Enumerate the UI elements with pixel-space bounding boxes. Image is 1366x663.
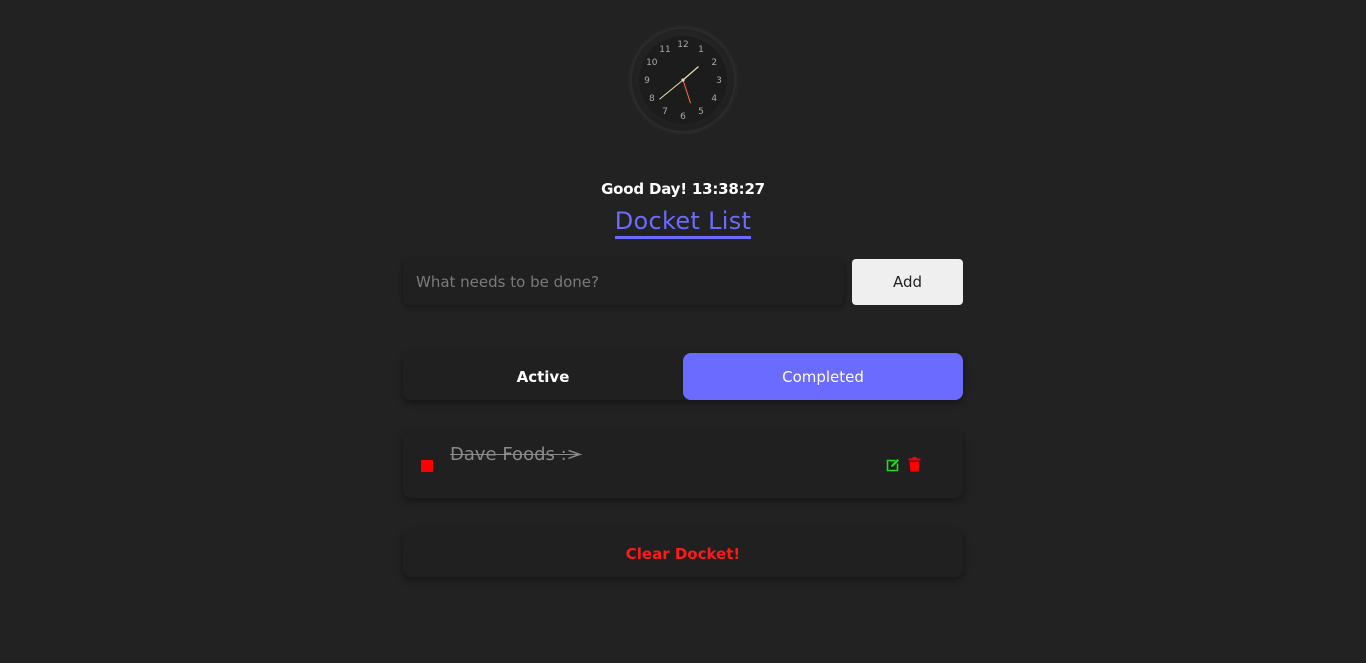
clock-numeral: 5 <box>698 107 704 117</box>
clock-face: 12 12 3 45 6 78 9 1011 <box>628 25 738 135</box>
todo-item: Dave Foods :> <box>403 432 963 498</box>
page-title: Docket List <box>614 207 752 239</box>
clock-numeral: 8 <box>649 94 655 104</box>
add-button[interactable]: Add <box>852 259 963 305</box>
new-task-input[interactable] <box>403 259 844 305</box>
clock-numeral: 3 <box>716 76 722 86</box>
todo-text: Dave Foods :> <box>450 444 582 465</box>
clock-numeral: 9 <box>644 76 650 86</box>
edit-icon[interactable] <box>886 458 900 472</box>
todo-checkbox[interactable] <box>421 460 433 472</box>
clock-numeral: 4 <box>711 94 717 104</box>
clock-numeral: 1 <box>698 45 704 55</box>
clock-numeral: 7 <box>662 107 668 117</box>
clock-numeral: 10 <box>646 58 658 68</box>
tab-completed[interactable]: Completed <box>683 353 963 400</box>
clock-numeral: 11 <box>659 45 670 55</box>
tab-active[interactable]: Active <box>403 353 683 400</box>
clear-docket-button[interactable]: Clear Docket! <box>403 530 963 577</box>
clock-numeral: 6 <box>680 112 686 122</box>
greeting-text: Good Day! 13:38:27 <box>601 180 765 198</box>
page: 12 1 2 3 4 5 6 7 8 9 10 11 Good Day! 13:38:27 Docke… <box>0 0 1366 663</box>
clock-numeral: 12 <box>677 40 688 50</box>
trash-icon[interactable] <box>908 457 921 472</box>
filter-tabs: Active Completed <box>403 353 963 400</box>
analog-clock: 12 1 2 3 4 5 6 7 8 9 10 11 <box>627 24 739 136</box>
page-title-wrap: Docket List <box>0 207 1366 239</box>
clock-numeral: 2 <box>711 58 717 68</box>
